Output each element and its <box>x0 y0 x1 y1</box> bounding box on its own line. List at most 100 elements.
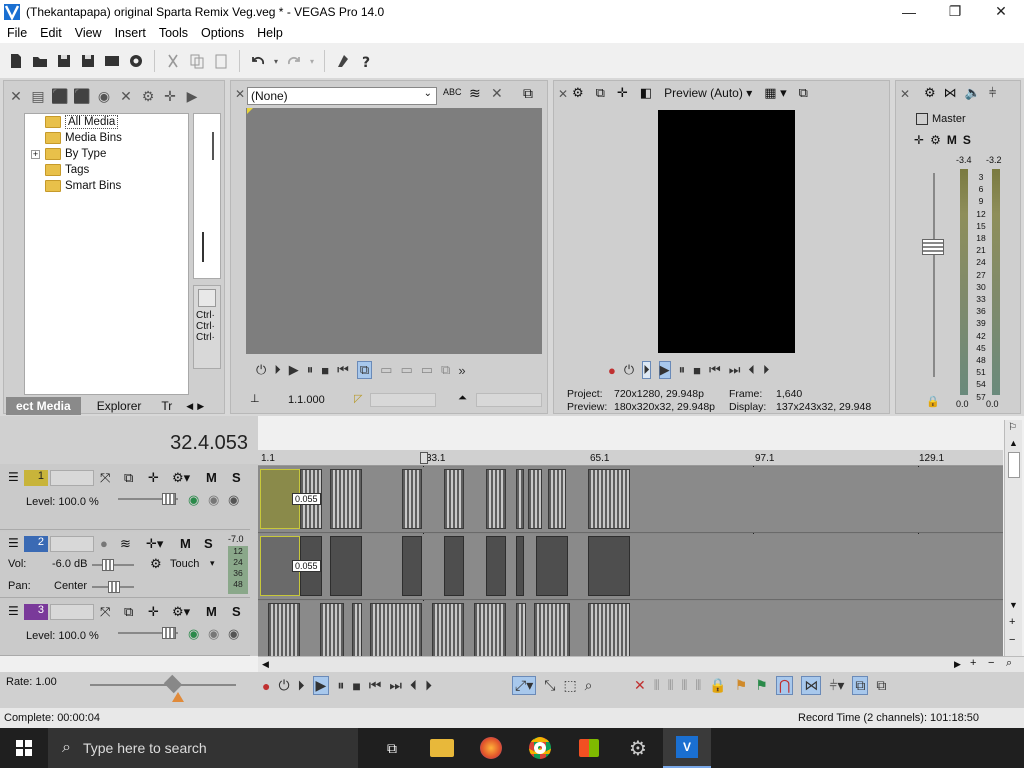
add-to-timeline-icon[interactable]: ▭ <box>380 362 392 378</box>
microsoft-store-icon[interactable] <box>565 728 613 768</box>
undo-dropdown-icon[interactable]: ▾ <box>272 51 280 71</box>
cursor-timecode[interactable]: 32.4.053 <box>170 432 248 455</box>
more-icon[interactable]: » <box>458 363 465 378</box>
properties-gear-icon[interactable] <box>126 51 146 71</box>
video-clip[interactable] <box>330 469 362 529</box>
marker-icon[interactable]: ◸ <box>354 392 362 405</box>
split-screen-icon[interactable]: ✛ <box>617 85 628 101</box>
track-fx-icon[interactable]: ✛▾ <box>146 536 163 552</box>
audio-clip[interactable] <box>330 536 362 596</box>
split-icon[interactable]: ⫴ <box>682 677 688 694</box>
track-compositing-icon[interactable]: ⧉ <box>124 470 133 486</box>
firefox-icon[interactable] <box>467 728 515 768</box>
pause-icon[interactable]: ⏸ <box>307 362 314 378</box>
menu-help[interactable]: Help <box>250 26 289 40</box>
trim-tools-icon[interactable]: ≋ <box>469 85 481 102</box>
file-explorer-icon[interactable] <box>418 728 466 768</box>
vol-slider-handle[interactable] <box>102 559 114 571</box>
trimmer-selection-field[interactable] <box>370 393 436 407</box>
lock-envelopes-icon[interactable]: ⫩ <box>989 85 996 101</box>
master-lock-icon[interactable]: 🔒 <box>926 395 940 408</box>
preview-settings-gear-icon[interactable]: ⚙ <box>572 85 584 101</box>
scroll-down-icon[interactable]: ▼ <box>1009 600 1018 610</box>
paste-icon[interactable] <box>211 51 231 71</box>
menu-file[interactable]: File <box>0 26 33 40</box>
video-clip[interactable] <box>528 469 542 529</box>
video-clip[interactable] <box>516 603 526 657</box>
previous-frame-icon[interactable]: ⏴ <box>748 362 755 378</box>
vegas-pro-taskbar-icon[interactable]: V <box>663 728 711 768</box>
lock-icon[interactable]: 🔒 <box>709 677 726 694</box>
video-clip[interactable] <box>370 603 422 657</box>
track-fx-gear-icon[interactable]: ⚙▾ <box>172 604 190 620</box>
go-to-start-icon[interactable]: ⏮ <box>709 362 721 378</box>
preview-quality-dropdown[interactable]: Preview (Auto) ▾ <box>664 86 752 100</box>
playhead-marker-icon[interactable] <box>420 452 428 464</box>
play-icon[interactable]: ▶ <box>312 676 330 695</box>
arm-record-icon[interactable]: ● <box>100 536 108 551</box>
audio-clip[interactable] <box>588 536 630 596</box>
insert-icon[interactable]: ▭ <box>400 362 412 378</box>
track-invert-phase-icon[interactable]: ≋ <box>120 536 131 552</box>
video-clip[interactable] <box>352 603 362 657</box>
track-solo-button[interactable]: S <box>232 604 241 619</box>
downmix-icon[interactable]: ⋈ <box>944 85 957 101</box>
video-clip[interactable] <box>402 469 422 529</box>
auto-crossfade-icon[interactable]: ⋈ <box>801 676 822 695</box>
magnify-icon[interactable]: ⌕ <box>1006 657 1012 670</box>
import-media-icon[interactable]: ▤ <box>30 88 46 104</box>
menu-options[interactable]: Options <box>194 26 250 40</box>
video-clip[interactable] <box>486 469 506 529</box>
parent-motion-icon[interactable]: ◉ <box>208 492 219 508</box>
chrome-icon[interactable] <box>516 728 564 768</box>
trimmer-media-dropdown[interactable]: (None) ⌄ <box>247 87 437 105</box>
overlays-grid-icon[interactable]: ▦ ▾ <box>764 85 786 101</box>
timeline-ruler[interactable]: 1.1 33.1 65.1 97.1 129.1 <box>258 450 1003 466</box>
redo-dropdown-icon[interactable]: ▾ <box>308 51 316 71</box>
stop-icon[interactable]: ■ <box>352 678 360 694</box>
track-mute-button[interactable]: M <box>206 470 217 485</box>
track-fx-icon[interactable]: ✛ <box>148 604 159 620</box>
automation-mode[interactable]: Touch <box>170 558 199 570</box>
panel-close-icon[interactable]: ✕ <box>8 88 24 104</box>
level-slider-handle[interactable] <box>162 493 176 505</box>
pan-slider-handle[interactable] <box>108 581 120 593</box>
auto-ripple-icon[interactable]: ⫩▾ <box>829 677 844 694</box>
open-folder-icon[interactable] <box>30 51 50 71</box>
track-name-field[interactable] <box>50 470 94 486</box>
media-fx-icon[interactable]: ✛ <box>162 88 178 104</box>
pan-slider[interactable] <box>92 581 134 593</box>
plugin-manager-icon[interactable] <box>333 51 353 71</box>
overwrite-icon[interactable]: ▭ <box>421 362 433 378</box>
taskbar-search-box[interactable]: ⌕ Type here to search <box>48 728 358 768</box>
audio-clip[interactable] <box>444 536 464 596</box>
master-fx-gear-icon[interactable]: ⚙ <box>930 133 941 147</box>
media-list-scrollbar[interactable] <box>212 132 214 160</box>
track-solo-button[interactable]: S <box>204 536 213 551</box>
web-icon[interactable]: ◉ <box>96 88 112 104</box>
media-properties-icon[interactable]: ⚙ <box>140 88 156 104</box>
loop-icon[interactable]: ⏻ <box>624 362 634 378</box>
pause-icon[interactable]: ⏸ <box>337 677 344 694</box>
video-clip[interactable] <box>268 603 300 657</box>
settings-gear-icon[interactable]: ⚙ <box>614 728 662 768</box>
stop-icon[interactable]: ■ <box>693 363 701 378</box>
chevron-down-icon[interactable]: ▾ <box>210 558 215 569</box>
menu-tools[interactable]: Tools <box>152 26 194 40</box>
pin-icon[interactable]: ⊥ <box>250 392 260 405</box>
zoom-in-icon[interactable]: + <box>1009 616 1015 628</box>
timeline-area[interactable]: 1.1 33.1 65.1 97.1 129.1 0.055 0.055 <box>258 450 1003 657</box>
tree-item-tags[interactable]: Tags <box>45 162 89 178</box>
timeline-horizontal-scrollbar[interactable]: ◀ ▶ + − ⌕ <box>258 656 1024 672</box>
level-slider[interactable] <box>118 627 178 639</box>
audio-clip[interactable] <box>402 536 422 596</box>
audio-clip[interactable] <box>486 536 506 596</box>
track-minimize-icon[interactable]: ☰ <box>8 604 19 618</box>
master-settings-gear-icon[interactable]: ⚙ <box>924 85 936 101</box>
track-motion-icon[interactable]: ⤧ <box>100 604 110 620</box>
render-icon[interactable] <box>102 51 122 71</box>
tab-explorer[interactable]: Explorer <box>87 397 152 415</box>
copy-icon[interactable] <box>187 51 207 71</box>
fit-icon[interactable]: ⧉ <box>441 362 450 378</box>
windows-start-icon[interactable] <box>0 728 48 768</box>
